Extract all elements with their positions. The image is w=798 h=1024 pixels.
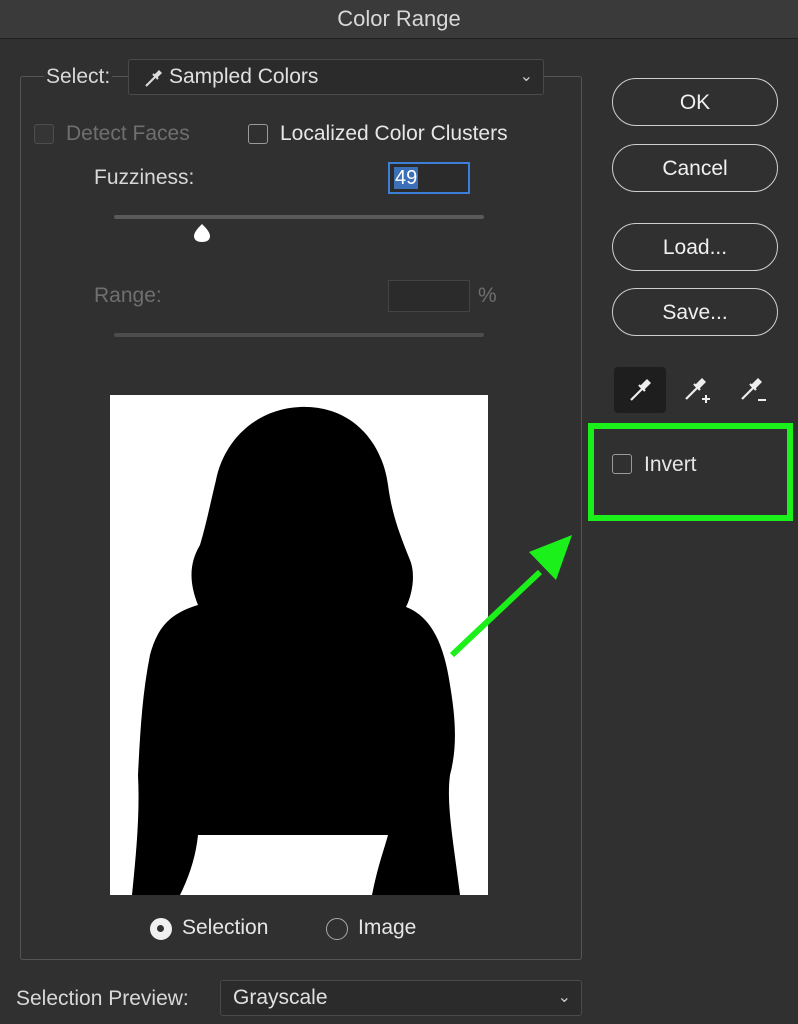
eyedropper-minus-icon [741, 378, 766, 401]
eyedropper-icon [145, 70, 162, 87]
eyedropper-icon [630, 379, 651, 401]
localized-color-clusters-label: Localized Color Clusters [280, 122, 508, 145]
fuzziness-input[interactable]: 49 [388, 162, 470, 194]
eyedropper-add-tool[interactable] [670, 367, 722, 413]
range-slider-track[interactable] [114, 333, 484, 337]
select-label: Select: [44, 65, 113, 89]
cancel-button[interactable]: Cancel [612, 144, 778, 192]
selection-preview-label: Selection Preview: [16, 987, 189, 1010]
selection-preview-image[interactable] [110, 395, 488, 895]
eyedropper-tool[interactable] [614, 367, 666, 413]
selection-preview-value: Grayscale [233, 986, 328, 1009]
chevron-down-icon: ⌄ [519, 68, 533, 85]
range-label: Range: [94, 284, 162, 307]
save-button[interactable]: Save... [612, 288, 778, 336]
detect-faces-label: Detect Faces [66, 122, 190, 145]
select-value: Sampled Colors [169, 65, 319, 88]
chevron-down-icon: ⌄ [557, 989, 571, 1006]
range-unit: % [478, 284, 497, 307]
range-input[interactable] [388, 280, 470, 312]
fuzziness-slider-track[interactable] [114, 215, 484, 219]
image-radio-label: Image [358, 916, 417, 939]
fuzziness-label: Fuzziness: [94, 166, 195, 189]
silhouette-image [132, 406, 460, 895]
fuzziness-value: 49 [394, 167, 419, 189]
highlight-box [588, 423, 793, 521]
eyedropper-plus-icon [685, 378, 710, 403]
eyedropper-subtract-tool[interactable] [726, 367, 778, 413]
selection-preview-dropdown[interactable]: Grayscale ⌄ [220, 980, 582, 1016]
window-title: Color Range [0, 0, 798, 39]
select-dropdown[interactable]: Sampled Colors ⌄ [128, 59, 544, 95]
detect-faces-checkbox[interactable] [34, 124, 54, 144]
fuzziness-slider-handle[interactable] [190, 222, 214, 244]
ok-button[interactable]: OK [612, 78, 778, 126]
localized-color-clusters-checkbox[interactable] [248, 124, 268, 144]
image-radio[interactable] [326, 918, 348, 940]
selection-radio[interactable] [150, 918, 172, 940]
selection-radio-label: Selection [182, 916, 269, 939]
load-button[interactable]: Load... [612, 223, 778, 271]
